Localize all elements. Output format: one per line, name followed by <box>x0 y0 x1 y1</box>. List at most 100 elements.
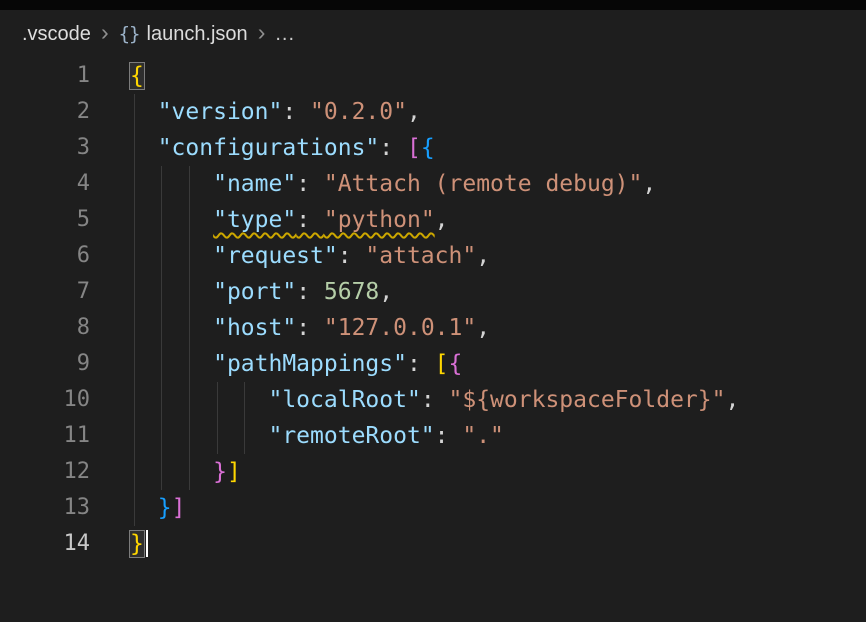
line-number[interactable]: 6 <box>0 238 90 274</box>
code-token <box>130 495 158 521</box>
code-token: 5678 <box>324 279 379 305</box>
code-token: "configurations" <box>158 135 380 161</box>
code-text: "version": "0.2.0", <box>130 94 421 130</box>
code-line[interactable]: 12 }] <box>0 454 866 490</box>
code-token: "request" <box>213 243 338 269</box>
code-token: ] <box>227 459 241 485</box>
code-token: : <box>379 135 407 161</box>
code-token: "type" <box>213 207 296 233</box>
code-token: , <box>725 387 739 413</box>
code-token <box>130 351 213 377</box>
code-token: [ <box>407 135 421 161</box>
code-token: "Attach (remote debug)" <box>324 171 643 197</box>
breadcrumb-folder[interactable]: .vscode <box>22 23 91 46</box>
code-text: "type": "python", <box>130 202 449 238</box>
code-line[interactable]: 8 "host": "127.0.0.1", <box>0 310 866 346</box>
code-line[interactable]: 6 "request": "attach", <box>0 238 866 274</box>
code-lines[interactable]: 1{2 "version": "0.2.0",3 "configurations… <box>0 58 866 562</box>
code-token <box>130 99 158 125</box>
code-token: : <box>407 351 435 377</box>
code-line[interactable]: 13 }] <box>0 490 866 526</box>
breadcrumb-more[interactable]: ... <box>275 23 295 46</box>
code-token: "0.2.0" <box>310 99 407 125</box>
code-line[interactable]: 9 "pathMappings": [{ <box>0 346 866 382</box>
code-token: : <box>296 207 324 233</box>
code-line[interactable]: 14} <box>0 526 866 562</box>
code-token: : <box>421 387 449 413</box>
line-number[interactable]: 3 <box>0 130 90 166</box>
code-line[interactable]: 11 "remoteRoot": "." <box>0 418 866 454</box>
code-token: : <box>296 171 324 197</box>
code-line[interactable]: 10 "localRoot": "${workspaceFolder}", <box>0 382 866 418</box>
code-text: } <box>130 526 148 562</box>
code-token: : <box>338 243 366 269</box>
line-number[interactable]: 14 <box>0 526 90 562</box>
code-token <box>130 387 268 413</box>
code-line[interactable]: 5 "type": "python", <box>0 202 866 238</box>
code-line[interactable]: 7 "port": 5678, <box>0 274 866 310</box>
code-token <box>130 243 213 269</box>
code-text: }] <box>130 490 185 526</box>
code-token: "python" <box>324 207 435 233</box>
line-number[interactable]: 11 <box>0 418 90 454</box>
code-token: "pathMappings" <box>213 351 407 377</box>
code-token: , <box>407 99 421 125</box>
code-token <box>130 279 213 305</box>
code-token: : <box>296 315 324 341</box>
code-text: "host": "127.0.0.1", <box>130 310 490 346</box>
line-number[interactable]: 5 <box>0 202 90 238</box>
code-token <box>130 423 268 449</box>
code-token: { <box>449 351 463 377</box>
code-token: , <box>476 243 490 269</box>
code-token: [ <box>435 351 449 377</box>
chevron-right-icon: › <box>257 21 267 47</box>
code-token <box>130 459 213 485</box>
code-line[interactable]: 4 "name": "Attach (remote debug)", <box>0 166 866 202</box>
code-text: { <box>130 58 144 94</box>
code-token: "." <box>462 423 504 449</box>
line-number[interactable]: 9 <box>0 346 90 382</box>
code-token <box>130 207 213 233</box>
code-token: "127.0.0.1" <box>324 315 476 341</box>
code-token: "localRoot" <box>268 387 420 413</box>
code-text: "localRoot": "${workspaceFolder}", <box>130 382 739 418</box>
code-token: "name" <box>213 171 296 197</box>
code-token <box>130 315 213 341</box>
title-bar <box>0 0 866 10</box>
code-text: }] <box>130 454 241 490</box>
code-token <box>130 171 213 197</box>
line-number[interactable]: 4 <box>0 166 90 202</box>
line-number[interactable]: 10 <box>0 382 90 418</box>
code-token: : <box>282 99 310 125</box>
code-text: "name": "Attach (remote debug)", <box>130 166 656 202</box>
code-text: "remoteRoot": "." <box>130 418 504 454</box>
line-number[interactable]: 12 <box>0 454 90 490</box>
line-number[interactable]: 13 <box>0 490 90 526</box>
code-token: : <box>435 423 463 449</box>
code-editor[interactable]: 1{2 "version": "0.2.0",3 "configurations… <box>0 58 866 562</box>
code-token: "port" <box>213 279 296 305</box>
code-text: "port": 5678, <box>130 274 393 310</box>
code-token: } <box>158 495 172 521</box>
breadcrumb: .vscode › {} launch.json › ... <box>0 10 866 58</box>
code-text: "pathMappings": [{ <box>130 346 462 382</box>
breadcrumb-file-label: launch.json <box>147 23 248 46</box>
code-token: { <box>421 135 435 161</box>
code-token: ] <box>172 495 186 521</box>
line-number[interactable]: 2 <box>0 94 90 130</box>
line-number[interactable]: 7 <box>0 274 90 310</box>
line-number[interactable]: 8 <box>0 310 90 346</box>
code-line[interactable]: 2 "version": "0.2.0", <box>0 94 866 130</box>
line-number[interactable]: 1 <box>0 58 90 94</box>
code-line[interactable]: 3 "configurations": [{ <box>0 130 866 166</box>
code-line[interactable]: 1{ <box>0 58 866 94</box>
json-braces-icon: {} <box>119 23 140 45</box>
code-token: , <box>476 315 490 341</box>
text-cursor <box>146 530 148 557</box>
code-token: , <box>379 279 393 305</box>
code-token: , <box>435 207 449 233</box>
code-token: "version" <box>158 99 283 125</box>
code-token: "attach" <box>365 243 476 269</box>
code-token: "remoteRoot" <box>268 423 434 449</box>
breadcrumb-file[interactable]: {} launch.json <box>119 23 248 46</box>
